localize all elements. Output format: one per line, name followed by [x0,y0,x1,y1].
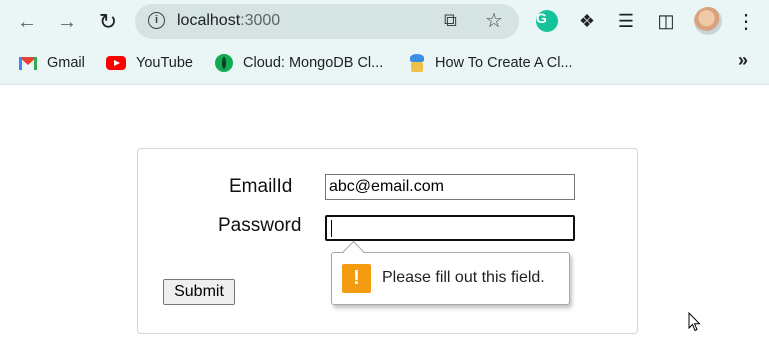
bookmark-star-icon[interactable]: ☆ [485,8,503,33]
validation-tooltip: ! Please fill out this field. [331,240,570,305]
media-queue-icon[interactable]: ☰ [614,9,638,33]
bookmark-label: How To Create A Cl... [435,55,573,71]
email-label: EmailId [229,176,293,197]
bookmark-mongodb[interactable]: Cloud: MongoDB Cl... [215,52,383,74]
bookmark-label: YouTube [136,55,193,71]
bookmark-youtube[interactable]: YouTube [106,52,193,74]
forward-icon[interactable]: → [54,9,80,35]
password-label: Password [218,215,302,236]
bookmark-how-to-create[interactable]: How To Create A Cl... [409,52,573,74]
reload-icon[interactable]: ↻ [95,9,121,35]
email-field[interactable] [325,174,575,200]
youtube-icon [106,56,126,70]
address-bar[interactable]: i localhost:3000 ⧉ ☆ [135,4,519,39]
mongodb-icon [215,54,233,72]
site-favicon-icon [409,54,425,72]
submit-button[interactable]: Submit [163,279,235,305]
browser-toolbar: ← → ↻ i localhost:3000 ⧉ ☆ G ❖ ☰ ◫ ⋮ [0,0,769,43]
profile-avatar[interactable] [694,7,722,35]
bookmark-label: Cloud: MongoDB Cl... [243,55,384,71]
share-icon[interactable]: ⧉ [444,10,457,31]
validation-message: Please fill out this field. [382,269,545,286]
warning-icon: ! [342,264,371,293]
password-field[interactable] [325,215,575,241]
site-info-icon[interactable]: i [148,12,165,29]
url-text[interactable]: localhost:3000 [177,12,280,30]
extensions-puzzle-icon[interactable]: ❖ [575,9,599,33]
back-icon[interactable]: ← [14,9,40,35]
bookmark-gmail[interactable]: Gmail [19,52,85,74]
bookmarks-bar: Gmail YouTube Cloud: MongoDB Cl... How T… [0,43,769,85]
bookmark-label: Gmail [47,55,85,71]
text-caret [331,220,332,237]
side-panel-icon[interactable]: ◫ [654,9,678,33]
mouse-cursor-icon [688,312,701,332]
chrome-menu-icon[interactable]: ⋮ [734,9,758,33]
more-bookmarks-button[interactable]: » [738,50,748,71]
grammarly-extension-icon[interactable]: G [535,9,559,33]
gmail-icon [19,56,37,70]
